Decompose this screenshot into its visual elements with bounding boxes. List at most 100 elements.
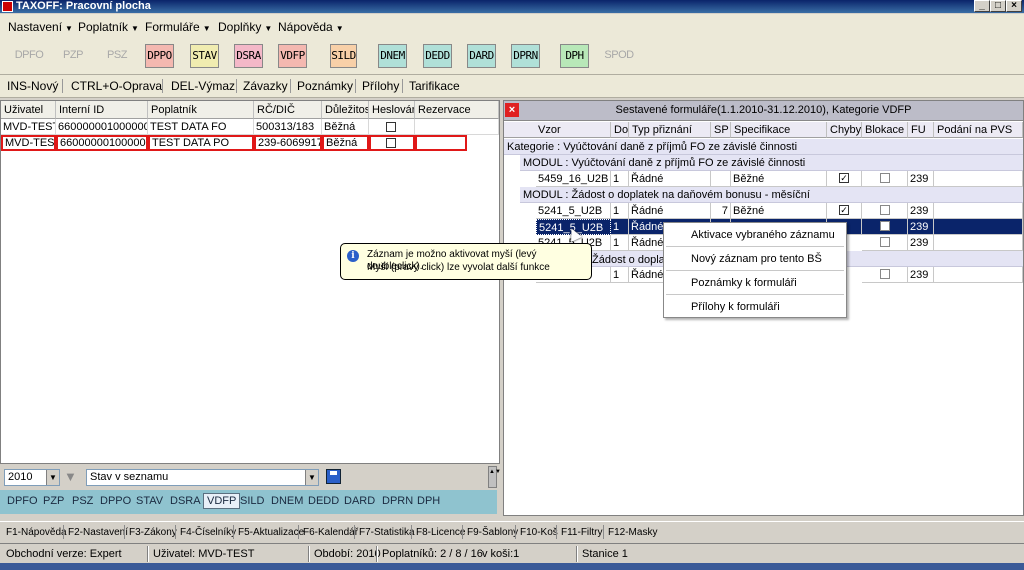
fkey-f11[interactable]: F11-Filtry — [561, 527, 602, 538]
toolbar-button-dppo[interactable]: DPPO — [145, 44, 174, 68]
module-group-row[interactable]: MODUL : Vyúčtování daně z příjmů FO ze z… — [520, 155, 1023, 171]
column-header-do[interactable]: Do — [611, 122, 629, 138]
column-header-block[interactable]: Blokace — [862, 122, 908, 138]
tab-dsra[interactable]: DSRA — [170, 495, 201, 507]
form-cell-fu[interactable]: 239 — [908, 171, 934, 187]
toolbar-button-vdfp[interactable]: VDFP — [278, 44, 307, 68]
year-select[interactable]: 2010 ▼ — [4, 469, 60, 486]
tab-pzp[interactable]: PZP — [43, 495, 64, 507]
column-header-user[interactable]: Uživatel — [1, 101, 56, 119]
form-cell-pvs[interactable] — [934, 219, 1023, 235]
block-checkbox[interactable] — [880, 173, 890, 183]
form-cell-fu[interactable]: 239 — [908, 219, 934, 235]
tab-scroll-buttons[interactable]: ▲▼ — [488, 466, 501, 488]
tab-dprn[interactable]: DPRN — [382, 495, 413, 507]
form-cell-spec[interactable]: Běžné — [731, 171, 827, 187]
tab-dnem[interactable]: DNEM — [271, 495, 303, 507]
column-header-reservation[interactable]: Rezervace — [415, 101, 499, 119]
column-header-payer[interactable]: Poplatník — [148, 101, 254, 119]
toolbar-button-spod[interactable]: SPOD — [602, 44, 636, 68]
block-checkbox[interactable] — [880, 205, 890, 215]
toolbar-button-dprn[interactable]: DPRN — [511, 44, 540, 68]
tab-dpfo[interactable]: DPFO — [7, 495, 38, 507]
fkey-f10[interactable]: F10-Koš — [520, 527, 558, 538]
table-cell-user[interactable]: MVD-TEST — [1, 135, 56, 151]
column-header-internal-id[interactable]: Interní ID — [56, 101, 148, 119]
table-cell-reservation[interactable] — [415, 119, 499, 135]
menu-doplnky[interactable]: Doplňky ▼ — [218, 20, 272, 34]
table-cell-reservation[interactable] — [415, 135, 467, 151]
column-header-vzor[interactable]: Vzor — [504, 122, 611, 138]
table-cell-priority[interactable]: Běžná — [322, 135, 369, 151]
toolbar-button-dpfo[interactable]: DPFO — [10, 44, 48, 68]
form-cell-sp[interactable]: 7 — [711, 203, 731, 219]
toolbar-button-pzp[interactable]: PZP — [56, 44, 90, 68]
menu-napoveda[interactable]: Nápověda ▼ — [278, 20, 344, 34]
fkey-f12[interactable]: F12-Masky — [608, 527, 657, 538]
errors-checkbox-checked[interactable]: ✓ — [839, 205, 849, 215]
fkey-f2[interactable]: F2-Nastavení — [68, 527, 128, 538]
maximize-button[interactable]: □ — [990, 0, 1006, 12]
menu-formulare[interactable]: Formuláře ▼ — [145, 20, 211, 34]
action-notes[interactable]: Poznámky — [297, 79, 353, 93]
action-edit[interactable]: CTRL+O-Oprava — [71, 79, 162, 93]
fkey-f6[interactable]: F6-Kalendář — [303, 527, 358, 538]
column-header-pvs[interactable]: Podání na PVS — [934, 122, 1023, 138]
table-cell-internal-id[interactable]: 6600000010000005 — [56, 119, 148, 135]
tab-dph[interactable]: DPH — [417, 495, 440, 507]
table-cell-user[interactable]: MVD-TEST — [1, 119, 56, 135]
form-cell-pvs[interactable] — [934, 235, 1023, 251]
password-checkbox[interactable] — [386, 122, 396, 132]
action-delete[interactable]: DEL-Výmaz — [171, 79, 235, 93]
tab-psz[interactable]: PSZ — [72, 495, 93, 507]
form-cell-pvs[interactable] — [934, 203, 1023, 219]
fkey-f5[interactable]: F5-Aktualizace — [238, 527, 304, 538]
form-cell-do[interactable]: 1 — [611, 235, 629, 251]
fkey-f1[interactable]: F1-Nápověda — [6, 527, 67, 538]
action-attachments[interactable]: Přílohy — [362, 79, 399, 93]
block-checkbox[interactable] — [880, 269, 890, 279]
status-filter-select[interactable]: Stav v seznamu ▼ — [86, 469, 319, 486]
save-icon[interactable] — [326, 469, 341, 484]
fkey-f9[interactable]: F9-Šablony — [467, 527, 518, 538]
column-header-password[interactable]: Heslován — [369, 101, 415, 119]
block-checkbox[interactable] — [880, 221, 890, 231]
column-header-rc-dic[interactable]: RČ/DIČ — [254, 101, 322, 119]
toolbar-button-dsra[interactable]: DSRA — [234, 44, 263, 68]
form-cell-fu[interactable]: 239 — [908, 267, 934, 283]
form-cell-pvs[interactable] — [934, 267, 1023, 283]
form-cell-fu[interactable]: 239 — [908, 235, 934, 251]
form-cell-do[interactable]: 1 — [611, 203, 629, 219]
context-menu-item-notes[interactable]: Poznámky k formuláři — [691, 277, 797, 289]
fkey-f4[interactable]: F4-Číselníky — [180, 527, 236, 538]
errors-checkbox-checked[interactable]: ✓ — [839, 173, 849, 183]
table-cell-payer[interactable]: TEST DATA PO — [148, 135, 254, 151]
module-group-row[interactable]: MODUL : Žádost o doplatek na daňovém bon… — [520, 187, 1023, 203]
block-checkbox[interactable] — [880, 237, 890, 247]
column-header-fu[interactable]: FU — [908, 122, 934, 138]
form-cell-fu[interactable]: 239 — [908, 203, 934, 219]
form-cell-spec[interactable]: Běžné — [731, 203, 827, 219]
table-cell-rc-dic[interactable]: 239-60699175 — [254, 135, 322, 151]
column-header-spec[interactable]: Specifikace — [731, 122, 827, 138]
column-header-type[interactable]: Typ přiznání — [629, 122, 711, 138]
fkey-f8[interactable]: F8-Licence — [416, 527, 465, 538]
column-header-sp[interactable]: SP — [711, 122, 731, 138]
fkey-f7[interactable]: F7-Statistika — [359, 527, 415, 538]
tab-dedd[interactable]: DEDD — [308, 495, 339, 507]
toolbar-button-dedd[interactable]: DEDD — [423, 44, 452, 68]
toolbar-button-dph[interactable]: DPH — [560, 44, 589, 68]
action-new[interactable]: INS-Nový — [7, 79, 58, 93]
password-checkbox[interactable] — [386, 138, 396, 148]
tab-stav[interactable]: STAV — [136, 495, 163, 507]
tab-dard[interactable]: DARD — [344, 495, 375, 507]
form-cell-do[interactable]: 1 — [611, 267, 629, 283]
tab-sild[interactable]: SILD — [240, 495, 264, 507]
table-cell-payer[interactable]: TEST DATA FO — [148, 119, 254, 135]
action-tarification[interactable]: Tarifikace — [409, 79, 460, 93]
table-cell-priority[interactable]: Běžná — [322, 119, 369, 135]
tab-vdfp[interactable]: VDFP — [203, 493, 241, 509]
column-header-errors[interactable]: Chyby — [827, 122, 862, 138]
column-header-priority[interactable]: Důležitost — [322, 101, 369, 119]
context-menu-item-activate[interactable]: Aktivace vybraného záznamu — [691, 229, 835, 241]
